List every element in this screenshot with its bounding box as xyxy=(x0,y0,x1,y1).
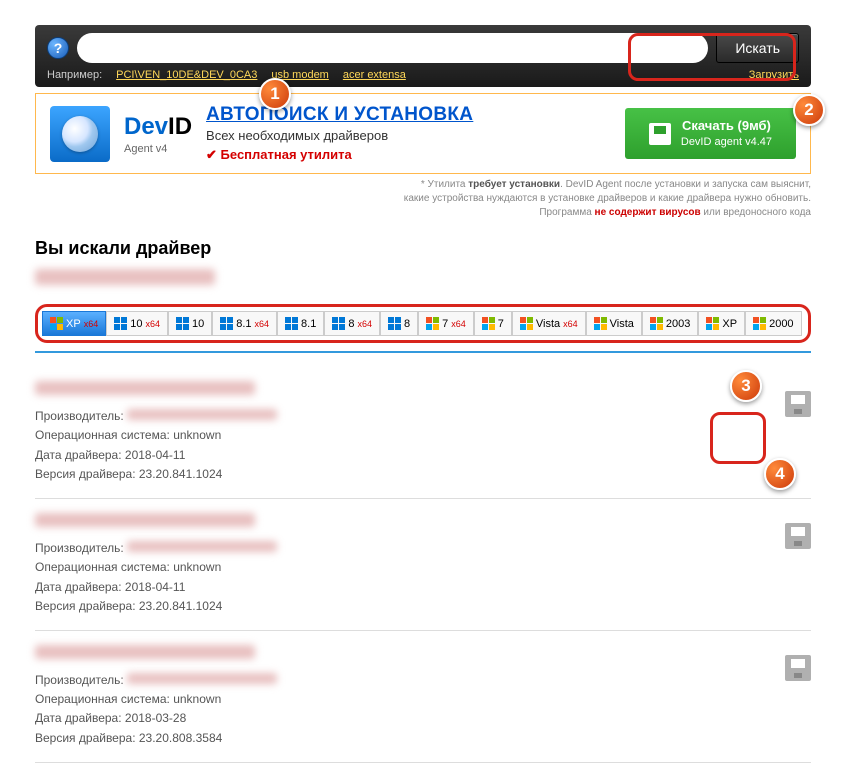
result-date: 2018-04-11 xyxy=(125,580,186,594)
os-tab-8.1-x64[interactable]: 8.1 x64 xyxy=(212,311,277,336)
promo-description: Всех необходимых драйверов xyxy=(206,128,611,143)
windows-icon xyxy=(220,317,233,330)
windows-icon xyxy=(706,317,719,330)
os-tab-label: 8 xyxy=(404,318,410,330)
os-tabs-row: XPx6410x64108.1x648.18x6487x647Vistax64V… xyxy=(35,304,811,343)
annotation-marker-1: 1 xyxy=(259,78,291,110)
os-tab-8.1[interactable]: 8.1 xyxy=(277,311,324,336)
os-tab-label: 8 xyxy=(348,318,354,330)
example-label: Например: xyxy=(47,69,102,81)
x64-badge: x64 xyxy=(84,319,99,329)
os-tab-8[interactable]: 8 xyxy=(380,311,418,336)
os-tab-label: 2000 xyxy=(769,318,793,330)
section-title: Вы искали драйвер xyxy=(35,238,811,259)
x64-badge: x64 xyxy=(357,319,372,329)
download-driver-icon[interactable] xyxy=(785,655,811,681)
os-tab-label: 7 xyxy=(498,318,504,330)
os-tab-label: XP xyxy=(66,318,81,330)
result-os: unknown xyxy=(173,428,221,442)
os-tab-8-x64[interactable]: 8x64 xyxy=(324,311,380,336)
windows-icon xyxy=(426,317,439,330)
example-link-1[interactable]: PCI\VEN_10DE&DEV_0CA3 xyxy=(116,69,257,81)
os-tab-10[interactable]: 10 xyxy=(168,311,212,336)
result-title-blurred xyxy=(35,645,255,659)
search-button[interactable]: Искать xyxy=(716,33,799,63)
result-version: 23.20.808.3584 xyxy=(139,731,222,745)
top-search-bar: ? Искать Например: PCI\VEN_10DE&DEV_0CA3… xyxy=(35,25,811,87)
result-title-blurred xyxy=(35,381,255,395)
manufacturer-blurred xyxy=(127,409,277,420)
windows-icon xyxy=(176,317,189,330)
os-tab-label: 7 xyxy=(442,318,448,330)
os-tab-XP-x64[interactable]: XPx64 xyxy=(42,311,106,336)
os-tab-label: 8.1 xyxy=(236,318,251,330)
promo-banner: DevID Agent v4 АВТОПОИСК И УСТАНОВКА Все… xyxy=(35,93,811,174)
os-tab-label: Vista xyxy=(610,318,634,330)
promo-logo-icon xyxy=(50,106,110,162)
windows-icon xyxy=(388,317,401,330)
x64-badge: x64 xyxy=(451,319,466,329)
disclaimer-text: * Утилита требует установки. DevID Agent… xyxy=(35,178,811,220)
windows-icon xyxy=(594,317,607,330)
windows-icon xyxy=(650,317,663,330)
annotation-marker-4: 4 xyxy=(764,458,796,490)
windows-icon xyxy=(285,317,298,330)
windows-icon xyxy=(482,317,495,330)
download-driver-icon[interactable] xyxy=(785,391,811,417)
save-icon xyxy=(649,123,671,145)
result-date: 2018-03-28 xyxy=(125,711,186,725)
result-version: 23.20.841.1024 xyxy=(139,599,222,613)
search-query-blurred xyxy=(35,269,215,285)
x64-badge: x64 xyxy=(255,319,270,329)
windows-icon xyxy=(520,317,533,330)
result-os: unknown xyxy=(173,560,221,574)
result-row: Производитель: Операционная система: unk… xyxy=(35,367,811,499)
results-list: Производитель: Операционная система: unk… xyxy=(35,367,811,763)
os-tab-label: 10 xyxy=(130,318,142,330)
os-tab-label: 2003 xyxy=(666,318,690,330)
promo-free-label: Бесплатная утилита xyxy=(206,147,611,163)
result-date: 2018-04-11 xyxy=(125,448,186,462)
windows-icon xyxy=(753,317,766,330)
os-tab-7[interactable]: 7 xyxy=(474,311,512,336)
promo-agent-version: Agent v4 xyxy=(124,143,192,155)
search-input[interactable] xyxy=(77,33,708,63)
os-tab-label: 10 xyxy=(192,318,204,330)
result-row: Производитель: Операционная система: unk… xyxy=(35,499,811,631)
os-tab-10-x64[interactable]: 10x64 xyxy=(106,311,168,336)
result-version: 23.20.841.1024 xyxy=(139,467,222,481)
download-button[interactable]: Скачать (9мб)DevID agent v4.47 xyxy=(625,108,796,160)
os-tab-label: 8.1 xyxy=(301,318,316,330)
os-tab-7-x64[interactable]: 7x64 xyxy=(418,311,474,336)
upload-link[interactable]: Загрузить xyxy=(749,69,799,81)
promo-brand: DevID xyxy=(124,113,192,141)
result-os: unknown xyxy=(173,692,221,706)
os-tab-label: Vista xyxy=(536,318,560,330)
result-title-blurred xyxy=(35,513,255,527)
windows-icon xyxy=(332,317,345,330)
windows-icon xyxy=(50,317,63,330)
annotation-marker-2: 2 xyxy=(793,94,825,126)
manufacturer-blurred xyxy=(127,673,277,684)
divider xyxy=(35,351,811,353)
os-tab-2000[interactable]: 2000 xyxy=(745,311,801,336)
example-link-3[interactable]: acer extensa xyxy=(343,69,406,81)
os-tab-2003[interactable]: 2003 xyxy=(642,311,698,336)
annotation-marker-3: 3 xyxy=(730,370,762,402)
os-tab-label: XP xyxy=(722,318,737,330)
os-tab-Vista[interactable]: Vista xyxy=(586,311,642,336)
windows-icon xyxy=(114,317,127,330)
os-tab-Vista-x64[interactable]: Vistax64 xyxy=(512,311,586,336)
os-tab-XP[interactable]: XP xyxy=(698,311,745,336)
download-driver-icon[interactable] xyxy=(785,523,811,549)
manufacturer-blurred xyxy=(127,541,277,552)
result-row: Производитель: Операционная система: unk… xyxy=(35,631,811,763)
x64-badge: x64 xyxy=(563,319,578,329)
help-icon[interactable]: ? xyxy=(47,37,69,59)
x64-badge: x64 xyxy=(145,319,160,329)
